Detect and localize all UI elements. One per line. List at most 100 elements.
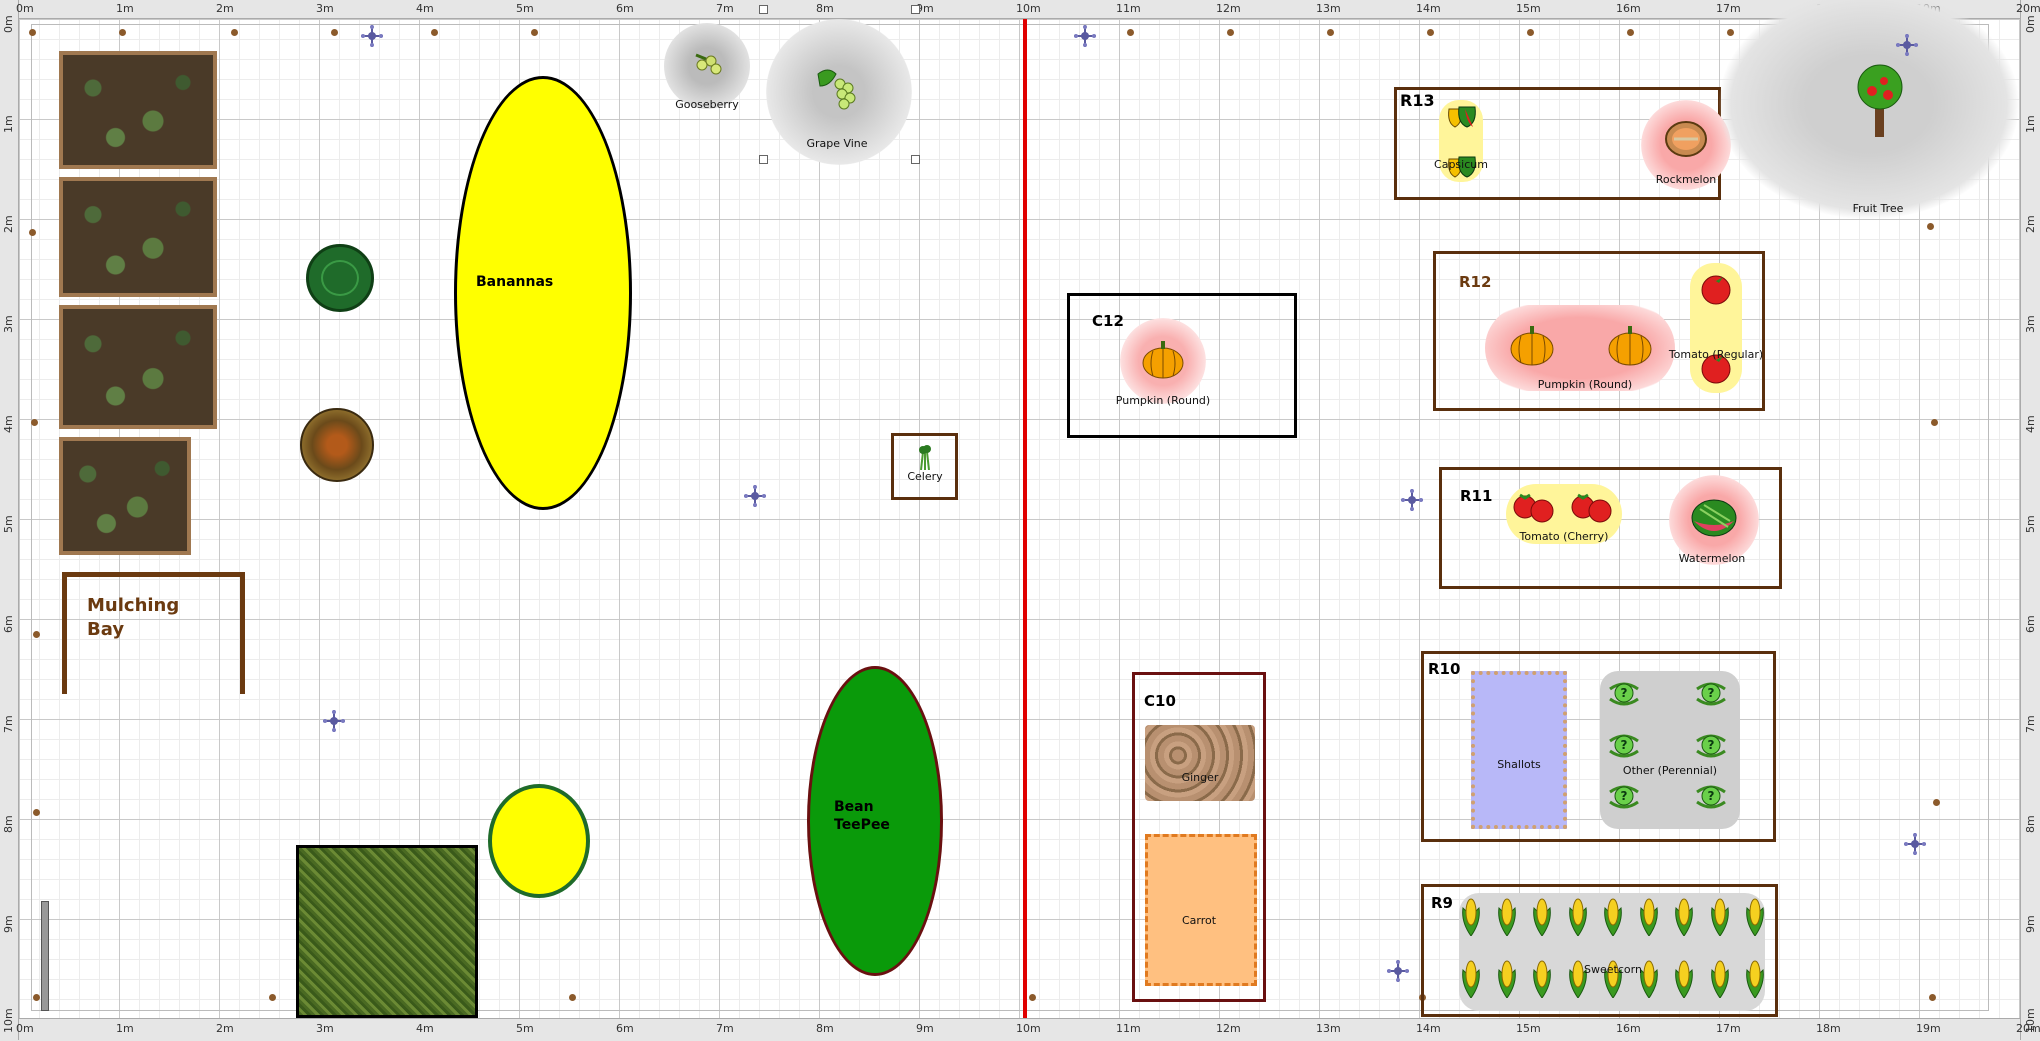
fence-post [33, 809, 40, 816]
ginger-patch[interactable] [1145, 725, 1255, 801]
mulching-bay-label-2: Bay [87, 619, 125, 640]
ruler-y-tick: 4m [2, 415, 15, 433]
unknown-plant-icon: ? [1696, 785, 1726, 809]
sprinkler-icon[interactable] [1074, 25, 1096, 47]
ruler-y-tick: 7m [2, 715, 15, 733]
ruler-x-tick: 2m [216, 1022, 234, 1035]
mulching-bay-label-1: Mulching [87, 595, 180, 616]
rockmelon-label: Rockmelon [1655, 173, 1717, 186]
watermelon-label: Watermelon [1678, 552, 1746, 565]
sprinkler-icon[interactable] [361, 25, 383, 47]
sweetcorn-icon [1533, 960, 1551, 998]
capsicum-label: Capsicum [1434, 158, 1488, 171]
tomato-cherry-icon-1 [1512, 489, 1558, 523]
fence-post [231, 29, 238, 36]
sweetcorn-icon [1675, 898, 1693, 936]
pumpkin-c12-icon [1141, 339, 1185, 379]
fence-post [331, 29, 338, 36]
shallots-patch[interactable] [1471, 671, 1567, 829]
tomato-regular-icon-1 [1699, 271, 1733, 305]
bananas-bed[interactable] [454, 76, 632, 510]
svg-text:?: ? [1708, 738, 1715, 752]
sprinkler-icon[interactable] [744, 485, 766, 507]
sweetcorn-icon [1746, 960, 1764, 998]
grape-vine-handle-2[interactable] [911, 5, 920, 14]
sprinkler-icon[interactable] [1904, 833, 1926, 855]
grape-vine-handle-4[interactable] [911, 155, 920, 164]
ruler-x-tick: 3m [316, 2, 334, 15]
shallots-label: Shallots [1497, 758, 1541, 771]
grape-vine-handle-3[interactable] [759, 155, 768, 164]
sprinkler-icon[interactable] [1896, 34, 1918, 56]
fence-post [1727, 29, 1734, 36]
ruler-y-tick: 10m [2024, 1008, 2037, 1033]
raised-bed-4[interactable] [59, 437, 191, 555]
bed-c12-label: C12 [1092, 312, 1124, 330]
ruler-x-tick: 0m [16, 1022, 34, 1035]
carrot-patch[interactable] [1145, 834, 1257, 986]
ruler-y-tick: 0m [2, 15, 15, 33]
ruler-y-tick: 2m [2, 215, 15, 233]
fence-post [1627, 29, 1634, 36]
compost-bin[interactable] [300, 408, 374, 482]
unknown-plant-icon: ? [1609, 785, 1639, 809]
ruler-y-tick: 10m [2, 1008, 15, 1033]
fence-post [1427, 29, 1434, 36]
capsicum-icon-1 [1445, 103, 1479, 129]
tomato-regular-label: Tomato (Regular) [1668, 348, 1764, 361]
ruler-x-tick: 12m [1216, 2, 1241, 15]
sprinkler-icon[interactable] [1387, 960, 1409, 982]
ruler-x-tick: 14m [1416, 1022, 1441, 1035]
ruler-x-tick: 18m [1816, 1022, 1841, 1035]
fence-post [1933, 799, 1940, 806]
ruler-x-tick: 17m [1716, 2, 1741, 15]
fence-post [1927, 223, 1934, 230]
sweetcorn-icon [1568, 898, 1587, 936]
yellow-circle-bed[interactable] [488, 784, 590, 898]
svg-text:?: ? [1621, 686, 1628, 700]
sprinkler-icon[interactable] [323, 710, 345, 732]
raised-bed-1[interactable] [59, 51, 217, 169]
ginger-label: Ginger [1181, 771, 1219, 784]
ruler-x-tick: 16m [1616, 2, 1641, 15]
unknown-plant-icon: ? [1609, 734, 1639, 758]
bed-c10-label: C10 [1144, 692, 1176, 710]
gooseberry-icon[interactable] [694, 51, 724, 77]
fence-post [1127, 29, 1134, 36]
ruler-y-tick: 2m [2024, 215, 2037, 233]
watermelon-icon [1690, 497, 1738, 539]
garden-canvas[interactable]: Mulching Bay Banannas Bean TeePee Gooseb… [19, 0, 2020, 1018]
fence-post [29, 29, 36, 36]
sprinkler-icon[interactable] [1401, 489, 1423, 511]
ruler-y-tick: 5m [2024, 515, 2037, 533]
hose-tap[interactable] [41, 901, 49, 1011]
boundary-line[interactable] [1023, 19, 1027, 1018]
svg-text:?: ? [1708, 686, 1715, 700]
ruler-x-tick: 20m [2016, 2, 2040, 15]
ruler-x-tick: 16m [1616, 1022, 1641, 1035]
raised-bed-3[interactable] [59, 305, 217, 429]
fence-post [33, 631, 40, 638]
ruler-y-tick: 3m [2, 315, 15, 333]
bed-r10-label: R10 [1428, 660, 1461, 678]
fence-post [1327, 29, 1334, 36]
fruit-tree-icon[interactable] [1850, 61, 1910, 137]
fence-post [29, 229, 36, 236]
pumpkin-r12-icon-2 [1607, 324, 1653, 366]
grape-vine-icon[interactable] [814, 64, 860, 110]
carrot-label: Carrot [1181, 914, 1217, 927]
ruler-x-tick: 17m [1716, 1022, 1741, 1035]
raised-bed-2[interactable] [59, 177, 217, 297]
grape-vine-handle-1[interactable] [759, 5, 768, 14]
ruler-x-tick: 3m [316, 1022, 334, 1035]
svg-text:?: ? [1621, 789, 1628, 803]
ruler-x-tick: 6m [616, 1022, 634, 1035]
sweetcorn-icon [1462, 960, 1480, 998]
fence-post [33, 994, 40, 1001]
bed-r11-label: R11 [1460, 487, 1493, 505]
unknown-plant-icon: ? [1696, 734, 1726, 758]
grape-vine-label: Grape Vine [806, 137, 868, 150]
bed-r12-label: R12 [1459, 273, 1492, 291]
lawn-patch[interactable] [296, 845, 478, 1018]
ruler-x-tick: 15m [1516, 2, 1541, 15]
